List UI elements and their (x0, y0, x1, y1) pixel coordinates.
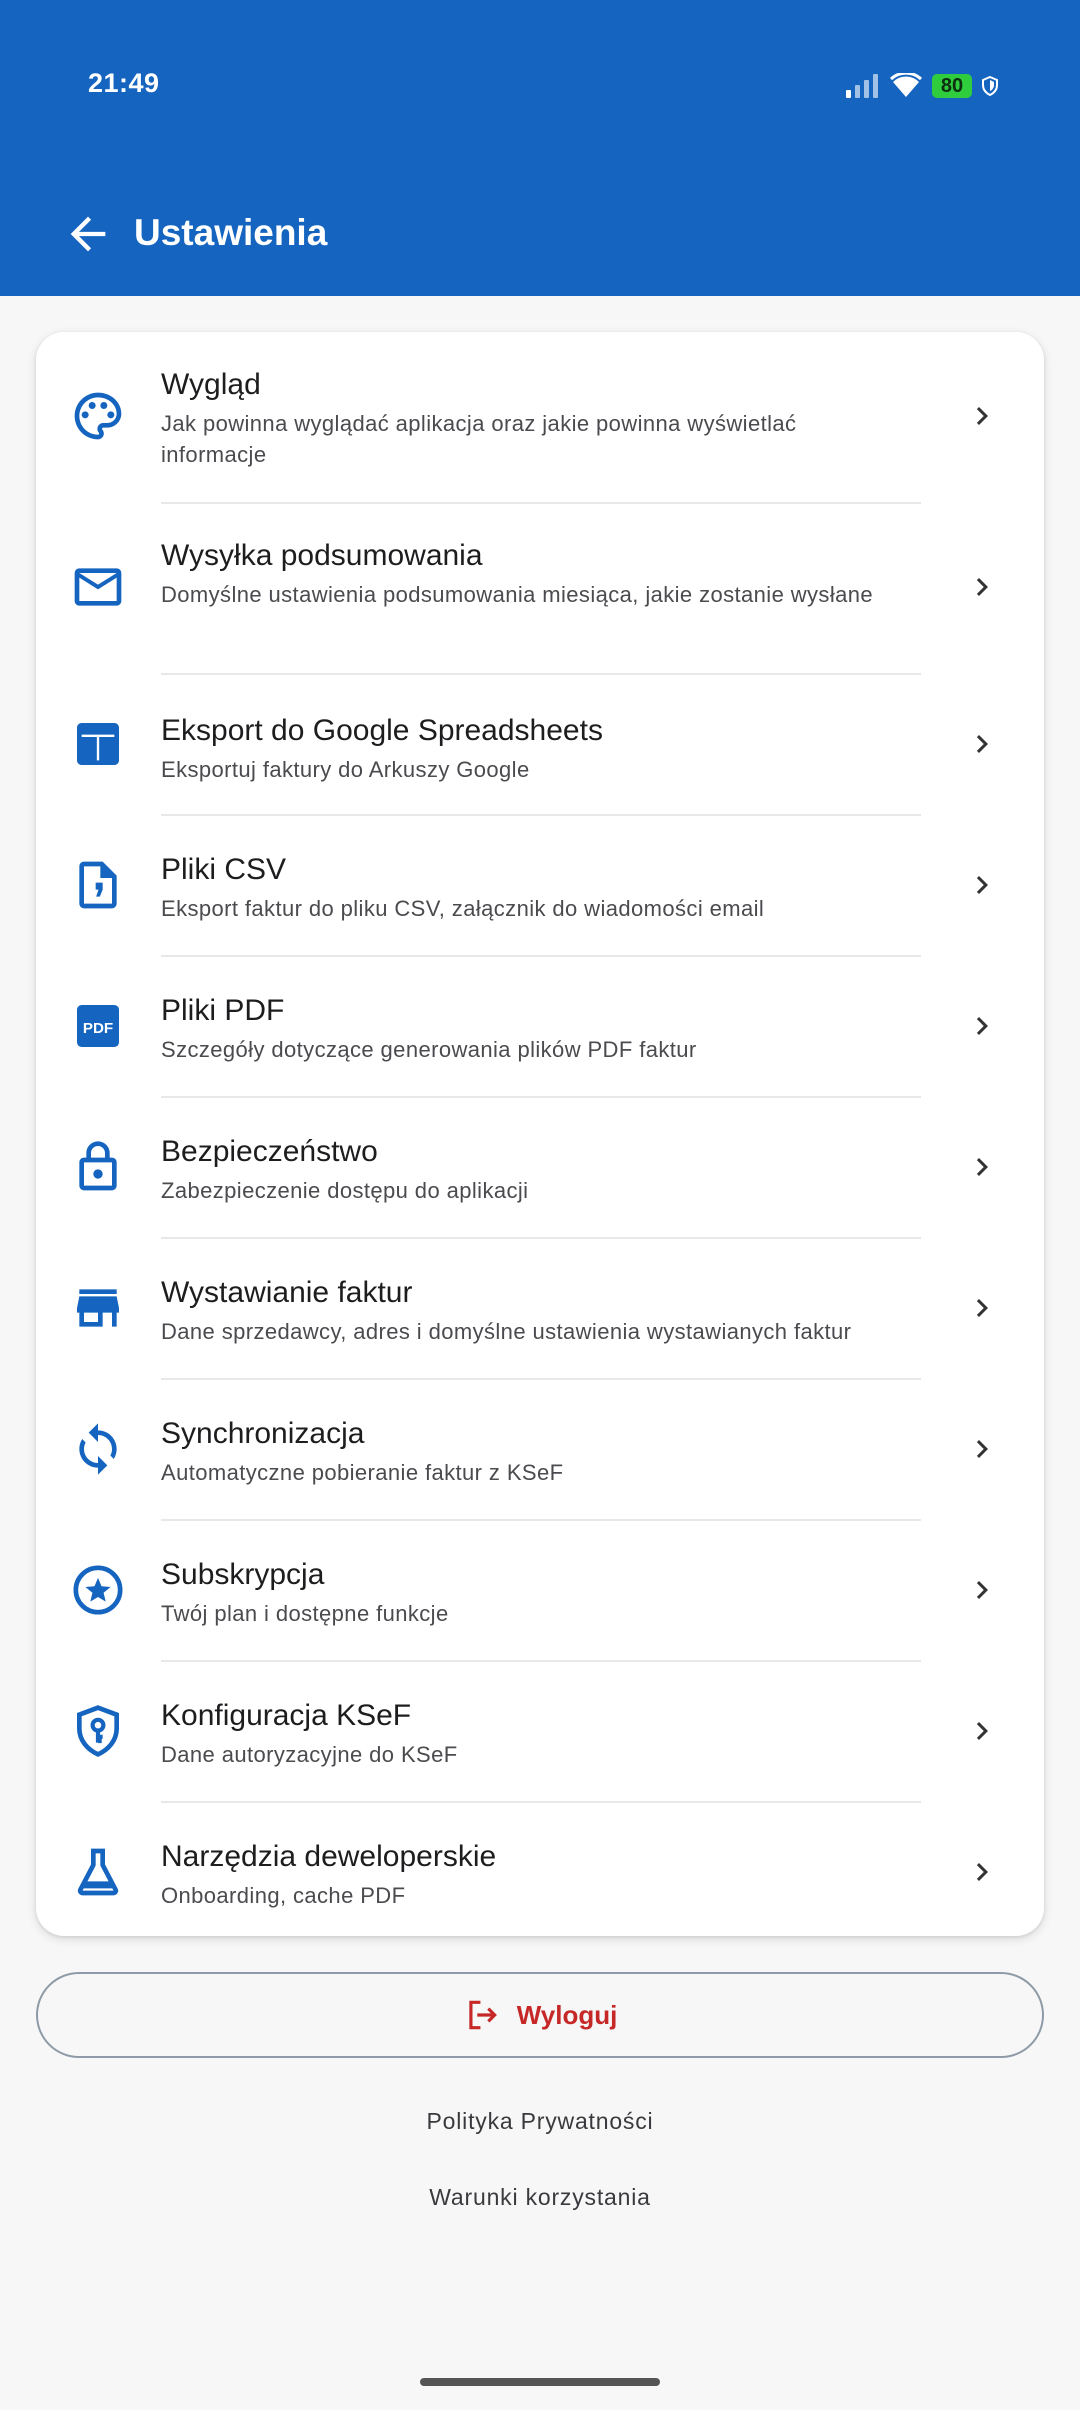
lock-icon (79, 1141, 117, 1191)
item-subtitle: Domyślne ustawienia podsumowania miesiąc… (161, 582, 874, 607)
settings-item-sync[interactable]: Synchronizacja Automatyczne pobieranie f… (36, 1379, 1044, 1519)
item-subtitle: Onboarding, cache PDF (161, 1883, 406, 1908)
item-title: Pliki CSV (161, 853, 287, 886)
privacy-policy-link[interactable]: Polityka Prywatności (0, 2108, 1080, 2135)
palette-icon (74, 392, 122, 440)
status-time: 21:49 (88, 68, 160, 98)
chevron-right-icon (976, 876, 988, 894)
signal-icon (846, 74, 878, 98)
settings-item-ksef-config[interactable]: Konfiguracja KSeF Dane autoryzacyjne do … (36, 1661, 1044, 1801)
logout-label: Wyloguj (516, 1999, 618, 2030)
settings-item-subscription[interactable]: Subskrypcja Twój plan i dostępne funkcje (36, 1520, 1044, 1660)
shield-small-icon (982, 76, 998, 96)
item-subtitle: Szczegóły dotyczące generowania plików P… (161, 1037, 697, 1062)
settings-item-pdf[interactable]: PDF Pliki PDF Szczegóły dotyczące genero… (36, 956, 1044, 1096)
shield-key-icon (77, 1705, 119, 1757)
logout-icon (469, 2000, 497, 2030)
chevron-right-icon (976, 1863, 988, 1881)
flask-icon (77, 1848, 119, 1896)
settings-item-appearance[interactable]: Wygląd Jak powinna wyglądać aplikacja or… (36, 332, 1044, 502)
logout-button[interactable]: Wyloguj (36, 1972, 1044, 2058)
battery-indicator: 80 (932, 74, 972, 98)
item-title: Bezpieczeństwo (161, 1135, 378, 1168)
item-title: Subskrypcja (161, 1558, 325, 1591)
chevron-right-icon (976, 1581, 988, 1599)
wifi-icon (890, 73, 922, 97)
chevron-right-icon (976, 1017, 988, 1035)
settings-item-invoicing[interactable]: Wystawianie faktur Dane sprzedawcy, adre… (36, 1238, 1044, 1378)
back-arrow-icon[interactable] (62, 208, 114, 260)
item-subtitle: Jak powinna wyglądać aplikacja oraz jaki… (161, 411, 797, 467)
item-subtitle: Automatyczne pobieranie faktur z KSeF (161, 1460, 564, 1485)
item-title: Wystawianie faktur (161, 1276, 413, 1309)
item-subtitle: Zabezpieczenie dostępu do aplikacji (161, 1178, 529, 1203)
chevron-right-icon (976, 407, 988, 425)
item-subtitle: Eksport faktur do pliku CSV, załącznik d… (161, 896, 765, 921)
terms-link[interactable]: Warunki korzystania (0, 2184, 1080, 2211)
item-title: Eksport do Google Spreadsheets (161, 714, 603, 747)
settings-card: Wygląd Jak powinna wyglądać aplikacja or… (36, 332, 1044, 1936)
spreadsheet-icon (77, 723, 119, 765)
status-icons: 80 (846, 68, 998, 104)
item-subtitle: Eksportuj faktury do Arkuszy Google (161, 757, 530, 782)
svg-text:PDF: PDF (83, 1020, 113, 1037)
store-icon (77, 1289, 119, 1327)
settings-item-summary[interactable]: Wysyłka podsumowania Domyślne ustawienia… (36, 503, 1044, 673)
item-title: Konfiguracja KSeF (161, 1699, 412, 1732)
chevron-right-icon (976, 1299, 988, 1317)
settings-item-dev-tools[interactable]: Narzędzia deweloperskie Onboarding, cach… (36, 1802, 1044, 1936)
item-subtitle: Dane sprzedawcy, adres i domyślne ustawi… (161, 1319, 852, 1344)
star-circle-icon (73, 1565, 123, 1615)
chevron-right-icon (976, 1722, 988, 1740)
settings-item-security[interactable]: Bezpieczeństwo Zabezpieczenie dostępu do… (36, 1097, 1044, 1237)
item-title: Narzędzia deweloperskie (161, 1840, 497, 1873)
sync-icon (79, 1423, 117, 1475)
chevron-right-icon (976, 735, 988, 753)
item-title: Synchronizacja (161, 1417, 365, 1450)
item-subtitle: Twój plan i dostępne funkcje (161, 1601, 449, 1626)
item-title: Wysyłka podsumowania (161, 539, 483, 572)
csv-file-icon (79, 861, 117, 909)
app-bar: 21:49 80 Ustawienia (0, 0, 1080, 296)
settings-item-google-export[interactable]: Eksport do Google Spreadsheets Eksportuj… (36, 674, 1044, 814)
item-title: Pliki PDF (161, 994, 285, 1027)
chevron-right-icon (976, 578, 988, 596)
chevron-right-icon (976, 1440, 988, 1458)
settings-item-csv[interactable]: Pliki CSV Eksport faktur do pliku CSV, z… (36, 815, 1044, 955)
pdf-icon: PDF (77, 1005, 119, 1047)
chevron-right-icon (976, 1158, 988, 1176)
item-title: Wygląd (161, 368, 261, 401)
mail-icon (74, 568, 122, 606)
home-indicator[interactable] (420, 2378, 660, 2386)
item-subtitle: Dane autoryzacyjne do KSeF (161, 1742, 458, 1767)
page-title: Ustawienia (134, 212, 328, 253)
